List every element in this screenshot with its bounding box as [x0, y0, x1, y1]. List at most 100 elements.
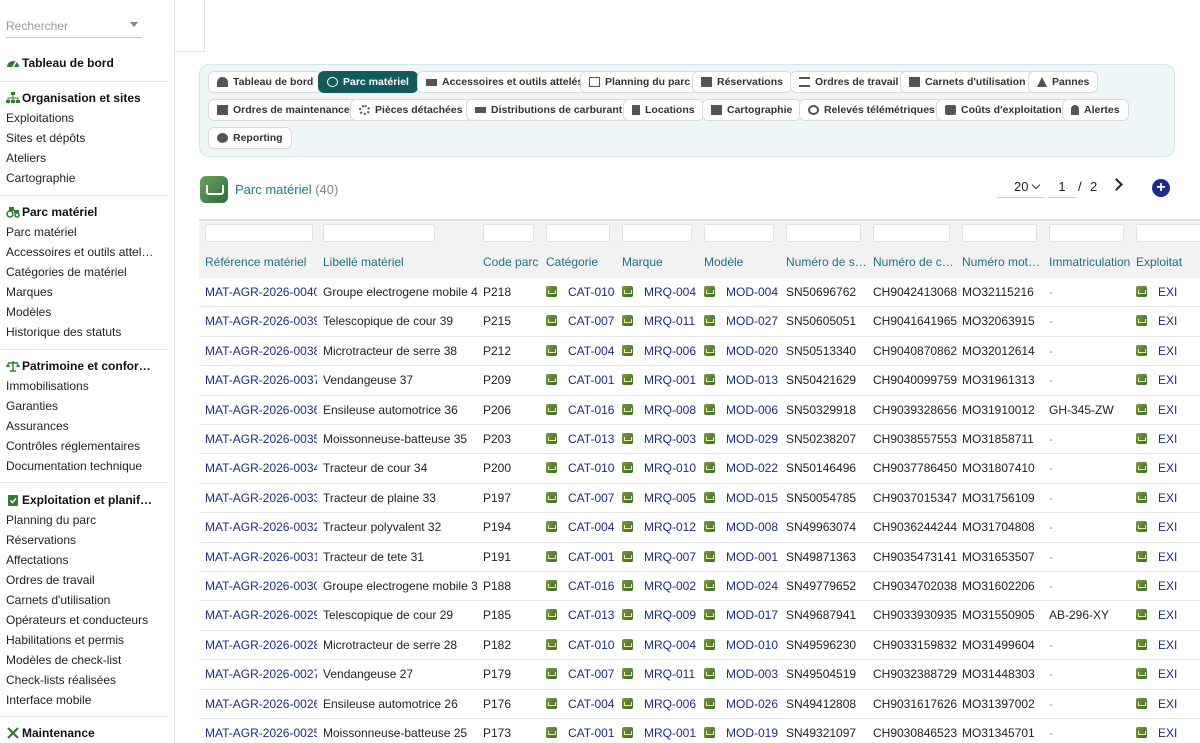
table-cell[interactable]: CAT-004 — [546, 520, 618, 534]
table-cell[interactable]: MOD-022 — [704, 461, 782, 475]
table-cell[interactable]: MOD-027 — [704, 314, 782, 328]
table-cell[interactable]: MOD-006 — [704, 403, 782, 417]
nav-item-affectations[interactable]: Affectations — [0, 550, 174, 570]
filter-input[interactable] — [873, 224, 950, 242]
col-header[interactable]: Numéro de c… — [873, 255, 953, 269]
tab-accessoires[interactable]: Accessoires et outils attelés — [417, 71, 593, 93]
table-cell[interactable]: MOD-019 — [704, 726, 782, 740]
table-cell[interactable]: MAT-AGR-2026-0034 — [205, 461, 317, 475]
tab-reservations[interactable]: Réservations — [692, 71, 792, 93]
nav-item-sites[interactable]: Sites et dépôts — [0, 128, 174, 148]
tab-reporting[interactable]: Reporting — [208, 127, 292, 149]
filter-input[interactable] — [323, 224, 435, 242]
filter-input[interactable] — [962, 224, 1037, 242]
table-cell[interactable]: MRQ-005 — [622, 491, 700, 505]
nav-item-documentation[interactable]: Documentation technique — [0, 456, 174, 476]
table-cell[interactable]: MOD-024 — [704, 579, 782, 593]
table-cell[interactable]: CAT-010 — [546, 461, 618, 475]
nav-item-ateliers[interactable]: Ateliers — [0, 148, 174, 168]
table-cell[interactable]: MRQ-001 — [622, 373, 700, 387]
nav-item-planning[interactable]: Planning du parc — [0, 510, 174, 530]
table-cell[interactable]: MAT-AGR-2026-0026 — [205, 697, 317, 711]
tab-cartographie[interactable]: Cartographie — [702, 99, 802, 121]
col-header[interactable]: Libellé matériel — [323, 255, 473, 269]
table-row[interactable]: MAT-AGR-2026-0034 Tracteur de cour 34 P200… — [199, 454, 1200, 484]
table-cell[interactable]: CAT-004 — [546, 344, 618, 358]
table-cell[interactable]: EXI — [1136, 697, 1200, 711]
nav-item-parc-materiel[interactable]: Parc matériel — [0, 222, 174, 242]
table-row[interactable]: MAT-AGR-2026-0033 Tracteur de plaine 33 P1… — [199, 484, 1200, 514]
table-cell[interactable]: EXI — [1136, 608, 1200, 622]
table-cell[interactable]: EXI — [1136, 667, 1200, 681]
tab-pieces[interactable]: Pièces détachées — [350, 99, 472, 121]
tab-tableau-de-bord[interactable]: Tableau de bord — [208, 71, 323, 93]
table-cell[interactable]: MOD-003 — [704, 667, 782, 681]
table-cell[interactable]: MOD-015 — [704, 491, 782, 505]
filter-input[interactable] — [622, 224, 692, 242]
table-cell[interactable]: CAT-007 — [546, 667, 618, 681]
tab-parc-materiel[interactable]: Parc matériel — [318, 71, 418, 93]
table-cell[interactable]: CAT-013 — [546, 608, 618, 622]
table-cell[interactable]: EXI — [1136, 432, 1200, 446]
tab-carnets[interactable]: Carnets d'utilisation — [900, 71, 1035, 93]
table-cell[interactable]: MAT-AGR-2026-0029 — [205, 608, 317, 622]
table-cell[interactable]: MRQ-011 — [622, 667, 700, 681]
filter-input[interactable] — [1136, 224, 1200, 242]
table-row[interactable]: MAT-AGR-2026-0027 Vendangeuse 27 P179 CAT-0… — [199, 660, 1200, 690]
table-cell[interactable]: MRQ-009 — [622, 608, 700, 622]
table-cell[interactable]: CAT-001 — [546, 373, 618, 387]
nav-item-categories[interactable]: Catégories de matériel — [0, 262, 174, 282]
col-header[interactable]: Catégorie — [546, 255, 616, 269]
nav-head-maintenance[interactable]: Maintenance — [0, 723, 174, 743]
nav-head-organisation[interactable]: Organisation et sites — [0, 88, 174, 108]
table-cell[interactable]: MOD-004 — [704, 285, 782, 299]
nav-item-ordres-travail[interactable]: Ordres de travail — [0, 570, 174, 590]
table-row[interactable]: MAT-AGR-2026-0025 Moissonneuse-batteuse 2… — [199, 719, 1200, 743]
filter-input[interactable] — [546, 224, 610, 242]
nav-item-garanties[interactable]: Garanties — [0, 396, 174, 416]
table-cell[interactable]: MOD-020 — [704, 344, 782, 358]
tab-ordres-travail[interactable]: Ordres de travail — [790, 71, 908, 93]
tab-pannes[interactable]: Pannes — [1028, 71, 1099, 93]
col-header[interactable]: Code parc — [483, 255, 543, 269]
nav-item-assurances[interactable]: Assurances — [0, 416, 174, 436]
per-page-select[interactable]: 20 — [997, 176, 1045, 198]
nav-item-immobilisations[interactable]: Immobilisations — [0, 376, 174, 396]
filter-input[interactable] — [786, 224, 861, 242]
tab-couts[interactable]: Coûts d'exploitation — [936, 99, 1071, 121]
nav-head-parc[interactable]: Parc matériel — [0, 202, 174, 222]
table-cell[interactable]: CAT-013 — [546, 432, 618, 446]
table-cell[interactable]: CAT-001 — [546, 726, 618, 740]
table-cell[interactable]: MRQ-002 — [622, 579, 700, 593]
table-cell[interactable]: MAT-AGR-2026-0035 — [205, 432, 317, 446]
search-select[interactable]: Rechercher — [6, 14, 142, 38]
table-cell[interactable]: MRQ-001 — [622, 726, 700, 740]
tab-locations[interactable]: Locations — [623, 99, 704, 121]
nav-item-reservations[interactable]: Réservations — [0, 530, 174, 550]
table-cell[interactable]: MRQ-006 — [622, 697, 700, 711]
table-cell[interactable]: EXI — [1136, 550, 1200, 564]
nav-item-exploitations[interactable]: Exploitations — [0, 108, 174, 128]
table-cell[interactable]: EXI — [1136, 461, 1200, 475]
add-button[interactable]: + — [1152, 179, 1170, 197]
tab-alertes[interactable]: Alertes — [1062, 99, 1129, 121]
col-header[interactable]: Immatriculation — [1049, 255, 1134, 269]
table-cell[interactable]: MOD-026 — [704, 697, 782, 711]
table-row[interactable]: MAT-AGR-2026-0039 Telescopique de cour 39… — [199, 307, 1200, 337]
nav-head-exploitation[interactable]: Exploitation et planif… — [0, 490, 174, 510]
table-cell[interactable]: MOD-017 — [704, 608, 782, 622]
tab-ordres-maintenance[interactable]: Ordres de maintenance — [208, 99, 359, 121]
tab-releves[interactable]: Relevés télémétriques — [799, 99, 944, 121]
table-row[interactable]: MAT-AGR-2026-0038 Microtracteur de serre … — [199, 337, 1200, 367]
table-cell[interactable]: CAT-004 — [546, 697, 618, 711]
table-row[interactable]: MAT-AGR-2026-0032 Tracteur polyvalent 32 P… — [199, 513, 1200, 543]
table-cell[interactable]: MRQ-006 — [622, 344, 700, 358]
nav-item-carnets[interactable]: Carnets d'utilisation — [0, 590, 174, 610]
table-cell[interactable]: MAT-AGR-2026-0033 — [205, 491, 317, 505]
table-row[interactable]: MAT-AGR-2026-0029 Telescopique de cour 29… — [199, 601, 1200, 631]
nav-item-operateurs[interactable]: Opérateurs et conducteurs — [0, 610, 174, 630]
table-cell[interactable]: MAT-AGR-2026-0030 — [205, 579, 317, 593]
table-cell[interactable]: MRQ-004 — [622, 285, 700, 299]
col-header[interactable]: Exploitat — [1136, 255, 1200, 269]
col-header[interactable]: Numéro de s… — [786, 255, 866, 269]
